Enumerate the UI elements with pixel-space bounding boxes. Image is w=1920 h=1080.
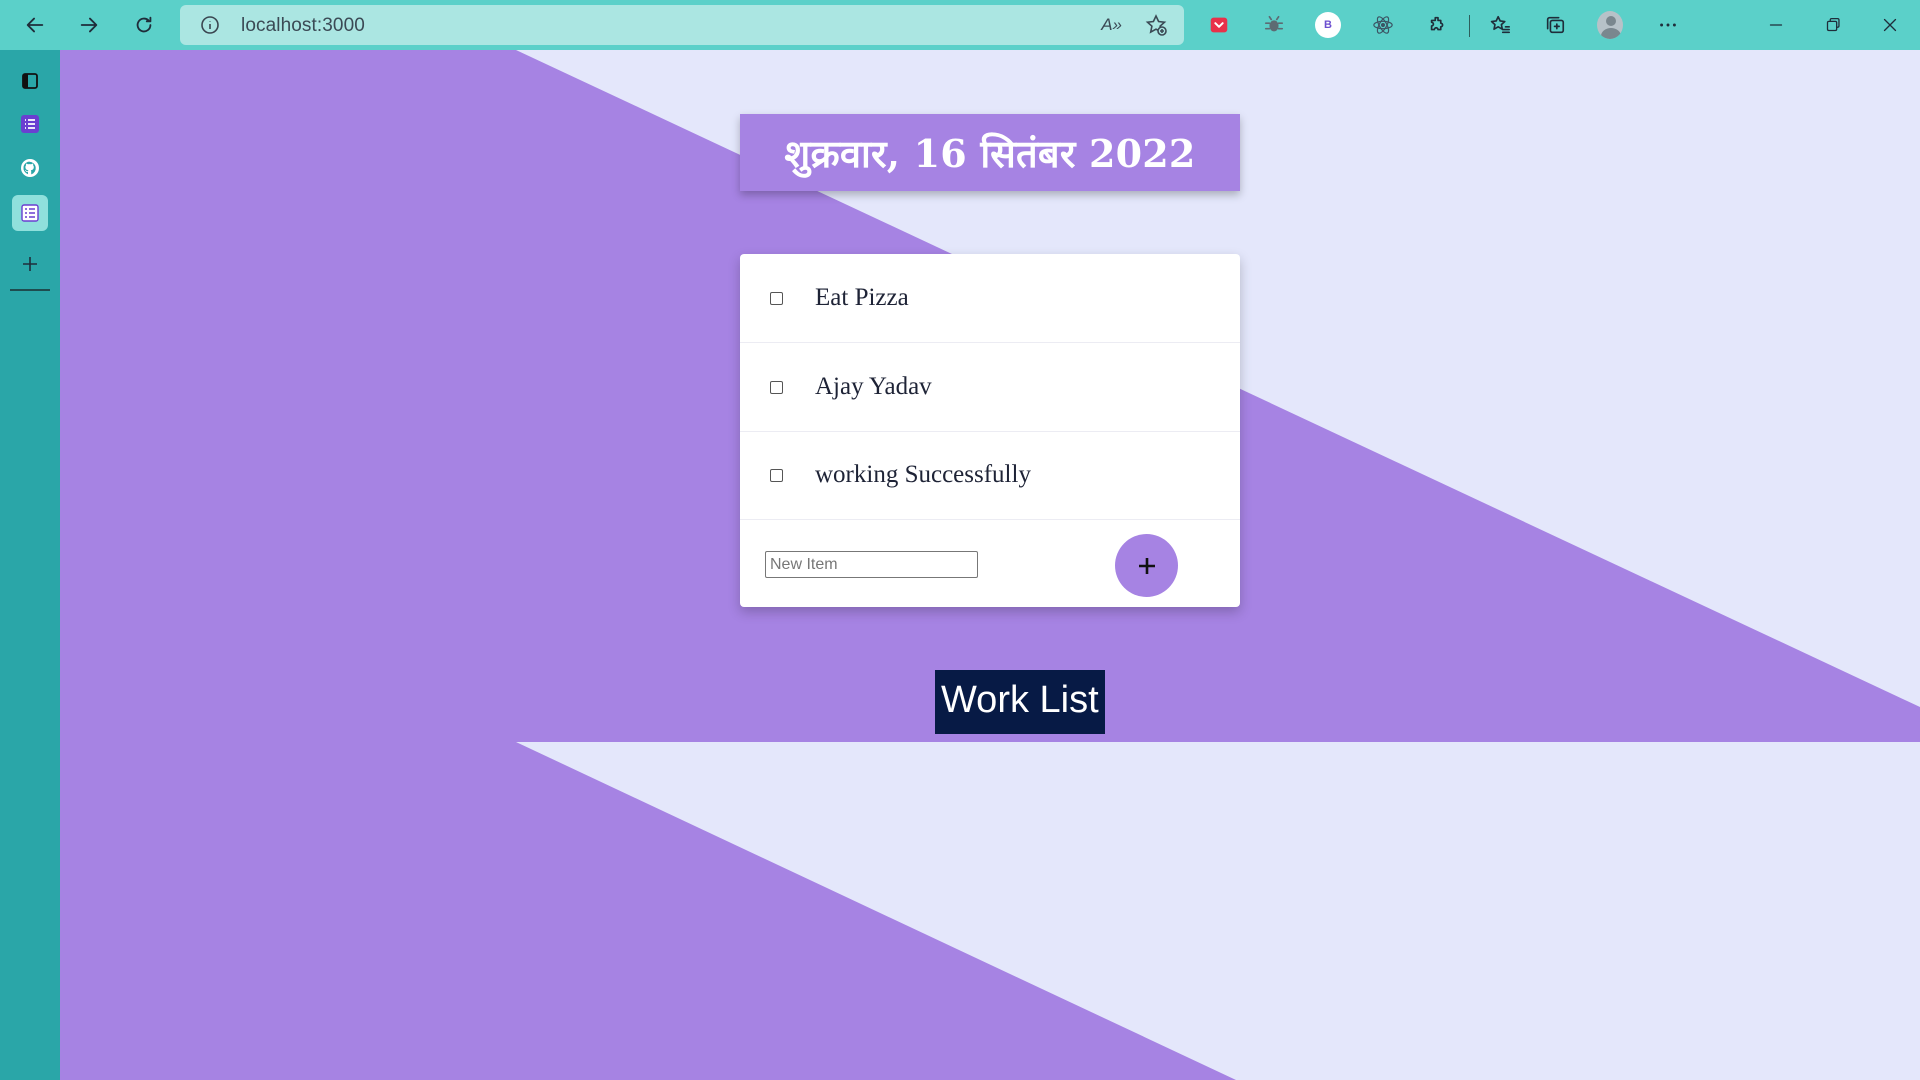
bug-icon [1264, 15, 1284, 32]
todo-item-text: Eat Pizza [815, 284, 909, 311]
favorites-icon [1490, 15, 1510, 34]
todo-checkbox[interactable] [770, 468, 783, 482]
profile-icon [1597, 11, 1623, 39]
work-list-label: Work List [935, 670, 1105, 734]
b-extension-icon: B [1315, 12, 1341, 38]
todo-item-text: Ajay Yadav [815, 373, 932, 400]
close-button[interactable] [1877, 12, 1903, 38]
more-button[interactable] [1655, 12, 1681, 38]
sidebar-todo-app[interactable] [12, 195, 48, 231]
todo-item[interactable]: Eat Pizza [740, 254, 1240, 343]
close-icon [1883, 18, 1897, 32]
profile-button[interactable] [1597, 11, 1623, 39]
github-icon [21, 159, 39, 177]
b-extension[interactable]: B [1315, 12, 1341, 38]
bug-extension[interactable] [1261, 12, 1287, 38]
add-icon [23, 257, 37, 271]
web-page: शुक्रवार, 16 सितंबर 2022 Eat Pizza Ajay … [60, 50, 1920, 1080]
list-app-icon [21, 115, 39, 133]
todo-app-icon [21, 204, 39, 222]
back-arrow-icon [26, 17, 44, 33]
todo-checkbox[interactable] [770, 380, 783, 394]
info-icon[interactable] [200, 15, 220, 35]
puzzle-icon [1430, 16, 1444, 31]
minimize-button[interactable] [1763, 12, 1789, 38]
add-item-button[interactable] [1115, 534, 1178, 597]
sidebar-tabs-button[interactable] [12, 63, 48, 99]
favorites-button[interactable] [1487, 12, 1513, 38]
todo-item[interactable]: working Successfully [740, 431, 1240, 520]
pocket-icon [1210, 17, 1228, 33]
react-devtools-extension[interactable] [1370, 12, 1396, 38]
date-header: शुक्रवार, 16 सितंबर 2022 [740, 114, 1240, 191]
collections-button[interactable] [1542, 12, 1568, 38]
pocket-extension[interactable] [1206, 12, 1232, 38]
address-bar[interactable]: localhost:3000 A» [180, 5, 1184, 45]
browser-sidebar [0, 50, 60, 1080]
new-item-input[interactable] [765, 551, 978, 578]
toolbar-divider [1469, 15, 1470, 37]
sidebar-divider [10, 289, 50, 291]
refresh-icon [136, 16, 152, 33]
restore-button[interactable] [1820, 12, 1846, 38]
forward-arrow-icon [80, 17, 98, 33]
plus-icon [1138, 557, 1155, 574]
restore-icon [1826, 17, 1840, 32]
sidebar-list-app[interactable] [12, 106, 48, 142]
todo-checkbox[interactable] [770, 291, 783, 305]
extensions-button[interactable] [1425, 12, 1451, 38]
sidebar-github[interactable] [12, 150, 48, 186]
star-plus-icon[interactable] [1144, 13, 1168, 37]
collections-icon [1546, 16, 1565, 34]
tabs-icon [22, 73, 38, 89]
browser-toolbar: localhost:3000 A» B [0, 0, 1920, 50]
url-text[interactable]: localhost:3000 [241, 15, 365, 37]
sidebar-add-button[interactable] [12, 246, 48, 282]
refresh-button[interactable] [125, 6, 163, 44]
react-icon [1373, 16, 1393, 34]
todo-card: Eat Pizza Ajay Yadav working Successfull… [740, 254, 1240, 607]
todo-item-text: working Successfully [815, 461, 1031, 488]
more-icon [1660, 23, 1676, 27]
read-aloud-icon[interactable]: A» [1101, 15, 1122, 35]
todo-item[interactable]: Ajay Yadav [740, 343, 1240, 432]
forward-button[interactable] [70, 6, 108, 44]
back-button[interactable] [16, 6, 54, 44]
date-title: शुक्रवार, 16 सितंबर 2022 [784, 130, 1196, 176]
minimize-icon [1769, 24, 1783, 26]
